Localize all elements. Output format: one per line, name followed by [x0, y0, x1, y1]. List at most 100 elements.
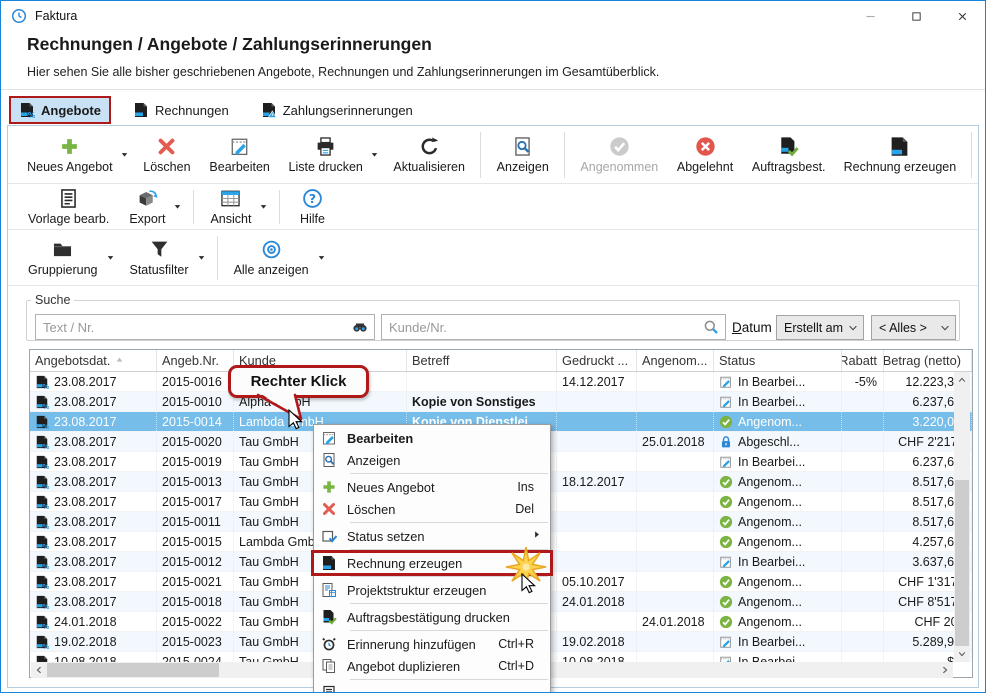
- menu-item-anzeigen[interactable]: Anzeigen: [314, 449, 550, 471]
- menu-separator: [350, 679, 548, 680]
- toolbar-button-ansicht[interactable]: Ansicht: [200, 185, 273, 230]
- menu-item-neues-angebot[interactable]: Neues AngebotIns: [314, 476, 550, 498]
- chevron-down-icon[interactable]: [119, 147, 130, 165]
- toolbar-button-aktualisieren[interactable]: Aktualisieren: [384, 133, 474, 178]
- column-header-label: Status: [719, 353, 755, 368]
- toolbar-button-auftragsbest[interactable]: Auftragsbest.: [743, 133, 835, 178]
- toolbar-button-rechnung-erzeugen[interactable]: Rechnung erzeugen: [835, 133, 965, 178]
- column-header-angeb-nr[interactable]: Angeb.Nr.: [157, 350, 234, 371]
- cell-angebotsnummer: 2015-0022: [157, 612, 234, 631]
- toolbar-button-l-schen[interactable]: Löschen: [134, 133, 200, 178]
- menu-item-l-schen[interactable]: LöschenDel: [314, 498, 550, 520]
- cell-gedruckt: [557, 452, 637, 471]
- cell-gedruckt: 24.01.2018: [557, 592, 637, 611]
- text-search-input[interactable]: [35, 314, 375, 340]
- cell-angebotsnummer: 2015-0021: [157, 572, 234, 591]
- toolbar-button-abgelehnt[interactable]: Abgelehnt: [667, 133, 742, 178]
- cell-rabatt: [842, 492, 884, 511]
- close-icon: [956, 10, 969, 23]
- cell-status: Abgeschl...: [714, 432, 842, 451]
- cell-status: Angenom...: [714, 512, 842, 531]
- cell-rabatt: [842, 452, 884, 471]
- cell-angebotsdatum: %10.08.2018: [30, 652, 157, 662]
- toolbar-button-bearbeiten[interactable]: Bearbeiten: [200, 133, 279, 178]
- offer-doc-icon: %: [35, 575, 49, 589]
- column-header-angebotsdat[interactable]: Angebotsdat.: [30, 350, 157, 371]
- minimize-button[interactable]: [847, 1, 893, 31]
- scroll-up-button[interactable]: [954, 372, 970, 388]
- menu-item-projektstruktur-erzeugen[interactable]: Projektstruktur erzeugen: [314, 579, 550, 601]
- tab-angebote[interactable]: %Angebote: [9, 96, 111, 124]
- svg-text:%: %: [43, 463, 49, 469]
- menu-separator: [350, 603, 548, 604]
- scroll-right-button[interactable]: [937, 662, 953, 678]
- close-button[interactable]: [939, 1, 985, 31]
- tab-rechnungen[interactable]: Rechnungen: [123, 96, 239, 124]
- table-row[interactable]: %23.08.20172015-0010Alpha GmbHKopie von …: [30, 392, 972, 412]
- offer-doc-icon: %: [35, 595, 49, 609]
- cell-angebotsdatum: %23.08.2017: [30, 572, 157, 591]
- menu-item-auftragsbest-tigung-drucken[interactable]: Auftragsbestätigung drucken: [314, 606, 550, 628]
- search-icon[interactable]: [703, 319, 719, 335]
- toolbar-button-vorlage-bearb[interactable]: Vorlage bearb.: [18, 185, 119, 230]
- menu-item-label: Löschen: [347, 502, 505, 517]
- menu-item-item[interactable]: [314, 682, 550, 693]
- toolbar-button-anzeigen[interactable]: Anzeigen: [487, 133, 558, 178]
- toolbar-button-hilfe[interactable]: ?Hilfe: [286, 185, 338, 230]
- toolbar-button-statusfilter[interactable]: Statusfilter: [120, 236, 211, 281]
- column-header-angenom[interactable]: Angenom...: [637, 350, 714, 371]
- plus-icon: [59, 136, 80, 157]
- date-range-dropdown[interactable]: < Alles >: [871, 315, 956, 340]
- cell-status: Angenom...: [714, 472, 842, 491]
- toolbar-button-alle-anzeigen[interactable]: Alle anzeigen: [224, 236, 331, 281]
- cell-angebotsnummer: 2015-0023: [157, 632, 234, 651]
- scroll-left-button[interactable]: [31, 662, 47, 678]
- toolbar-button-gruppierung[interactable]: Gruppierung: [18, 236, 120, 281]
- edit-note-icon: [229, 136, 250, 157]
- date-field-dropdown[interactable]: Erstellt am: [776, 315, 864, 340]
- binoculars-icon[interactable]: [352, 319, 368, 335]
- column-header-gedruckt[interactable]: Gedruckt ...: [557, 350, 637, 371]
- horizontal-scrollbar-thumb[interactable]: [47, 663, 219, 677]
- chevron-down-icon[interactable]: [196, 250, 207, 268]
- menu-item-status-setzen[interactable]: Status setzen: [314, 525, 550, 547]
- folder-icon: [52, 239, 73, 260]
- chevron-down-icon[interactable]: [258, 199, 269, 217]
- table-row[interactable]: %23.08.20172015-001614.12.2017In Bearbei…: [30, 372, 972, 392]
- sort-ascending-icon: [110, 353, 125, 368]
- menu-item-erinnerung-hinzuf-gen[interactable]: Erinnerung hinzufügenCtrl+R: [314, 633, 550, 655]
- column-header-status[interactable]: Status: [714, 350, 842, 371]
- column-header-betrag-netto[interactable]: Betrag (netto): [884, 350, 972, 371]
- cell-angebotsdatum: %23.08.2017: [30, 412, 157, 431]
- check-green-icon: [719, 575, 733, 589]
- chevron-down-icon[interactable]: [316, 250, 327, 268]
- menu-item-angebot-duplizieren[interactable]: Angebot duplizierenCtrl+D: [314, 655, 550, 677]
- toolbar-button-label: Vorlage bearb.: [28, 212, 109, 226]
- cell-gedruckt: [557, 432, 637, 451]
- customer-search-input[interactable]: [381, 314, 726, 340]
- column-header-label: Rabatt: [842, 353, 877, 368]
- cell-angebotsdatum: %23.08.2017: [30, 432, 157, 451]
- column-header-betreff[interactable]: Betreff: [407, 350, 557, 371]
- menu-separator: [350, 630, 548, 631]
- menu-item-bearbeiten[interactable]: Bearbeiten: [314, 427, 550, 449]
- tab-zahlungserinnerungen[interactable]: Zahlungserinnerungen: [251, 96, 423, 124]
- chevron-down-icon[interactable]: [172, 199, 183, 217]
- svg-text:%: %: [43, 603, 49, 609]
- chevron-down-icon[interactable]: [369, 147, 380, 165]
- toolbar-button-liste-drucken[interactable]: Liste drucken: [279, 133, 384, 178]
- maximize-button[interactable]: [893, 1, 939, 31]
- column-header-rabatt[interactable]: Rabatt: [842, 350, 884, 371]
- toolbar-button-export[interactable]: Export: [119, 185, 187, 230]
- cell-angebotsnummer: 2015-0020: [157, 432, 234, 451]
- chevron-down-icon: [847, 322, 859, 334]
- toolbar-button-neues-angebot[interactable]: Neues Angebot: [18, 133, 134, 178]
- copy-docs-icon: [321, 658, 337, 674]
- chevron-down-icon[interactable]: [105, 250, 116, 268]
- check-green-icon: [719, 535, 733, 549]
- vertical-scrollbar[interactable]: [954, 372, 970, 662]
- vertical-scrollbar-thumb[interactable]: [955, 480, 969, 646]
- menu-item-rechnung-erzeugen[interactable]: Rechnung erzeugen: [314, 552, 550, 574]
- menu-item-label: Projektstruktur erzeugen: [347, 583, 542, 598]
- scroll-down-button[interactable]: [954, 646, 970, 662]
